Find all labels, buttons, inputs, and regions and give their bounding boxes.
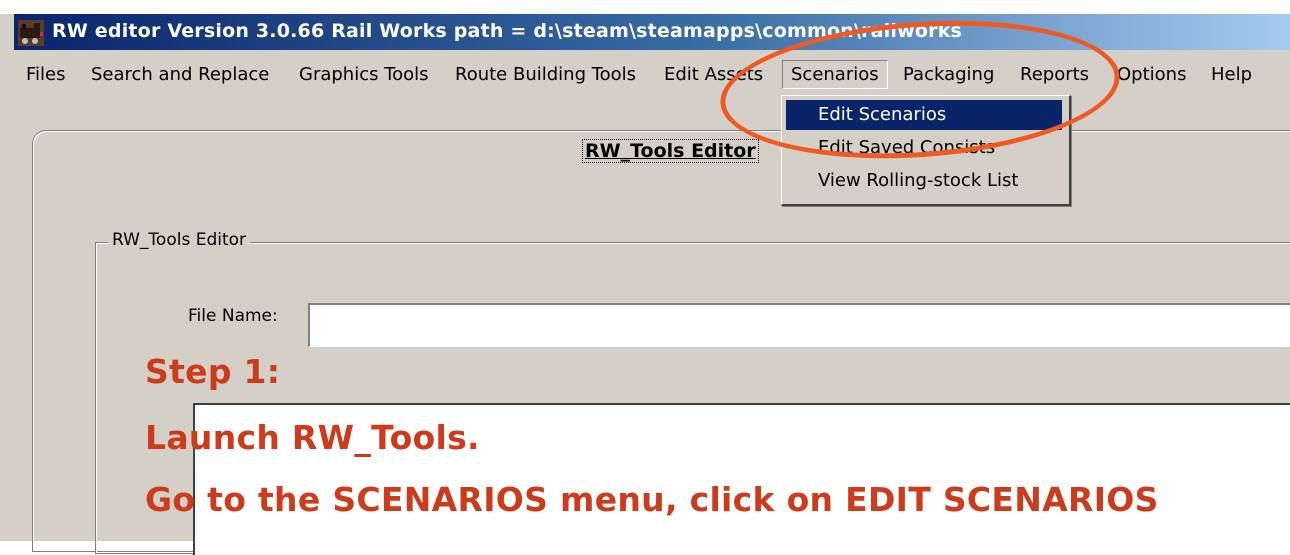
file-name-label: File Name: [188,306,278,326]
menu-route-building-tools[interactable]: Route Building Tools [455,64,636,85]
menu-search-and-replace[interactable]: Search and Replace [91,64,269,85]
title-bar: RW editor Version 3.0.66 Rail Works path… [14,14,1290,50]
menu-scenarios[interactable]: Scenarios [782,60,888,89]
file-name-input[interactable] [308,303,1290,347]
menu-help[interactable]: Help [1211,64,1252,85]
menu-edit-assets[interactable]: Edit Assets [664,64,763,85]
menu-options[interactable]: Options [1117,64,1186,85]
menu-graphics-tools[interactable]: Graphics Tools [299,64,429,85]
annotation-instruction: Go to the SCENARIOS menu, click on EDIT … [145,480,1159,519]
menu-files[interactable]: Files [26,64,66,85]
groupbox-label: RW_Tools Editor [108,230,251,250]
annotation-launch: Launch RW_Tools. [145,418,480,457]
menu-item-edit-scenarios[interactable]: Edit Scenarios [786,100,1062,130]
window-title: RW editor Version 3.0.66 Rail Works path… [52,20,963,42]
annotation-step: Step 1: [145,352,281,391]
menu-packaging[interactable]: Packaging [903,64,994,85]
menu-bar: Files Search and Replace Graphics Tools … [14,58,1290,94]
panel-title[interactable]: RW_Tools Editor [582,139,759,163]
scenarios-dropdown-menu: Edit Scenarios Edit Saved Consists View … [781,95,1071,206]
locomotive-icon [18,20,44,46]
menu-item-view-rolling-stock-list[interactable]: View Rolling-stock List [786,166,1062,196]
menu-item-edit-saved-consists[interactable]: Edit Saved Consists [786,133,1062,163]
menu-reports[interactable]: Reports [1020,64,1089,85]
